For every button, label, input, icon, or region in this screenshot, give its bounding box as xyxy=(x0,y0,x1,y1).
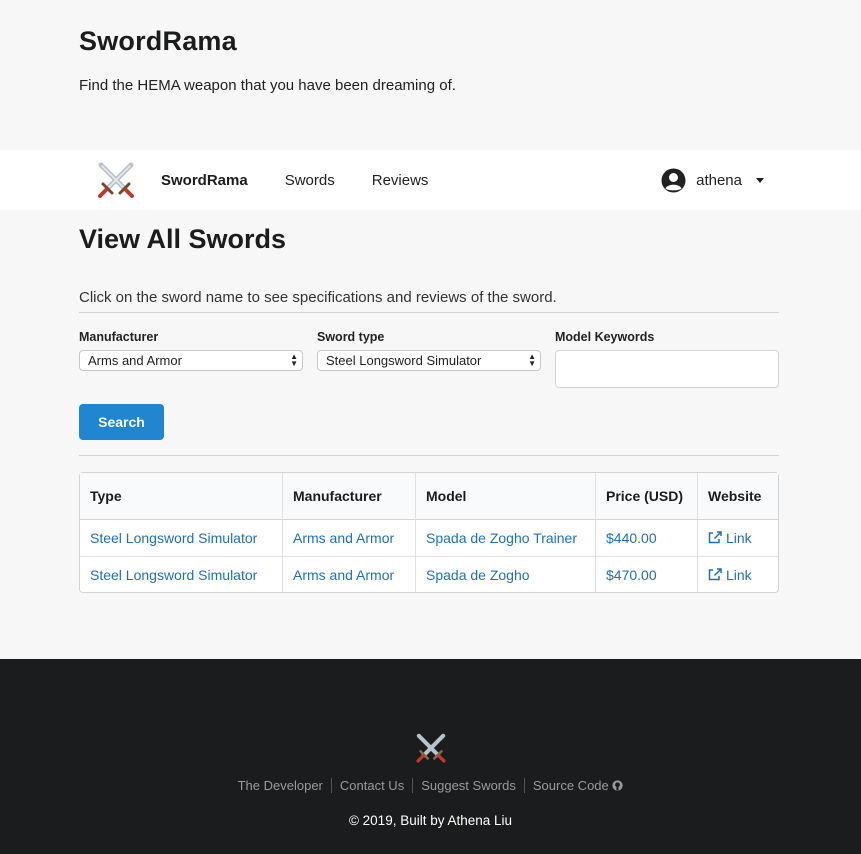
select-arrows-icon: ▲ ▼ xyxy=(528,352,536,368)
divider xyxy=(79,455,779,456)
type-link[interactable]: Steel Longsword Simulator xyxy=(90,567,257,583)
crossed-swords-icon[interactable] xyxy=(95,159,137,201)
column-header-model: Model xyxy=(415,473,595,520)
type-link[interactable]: Steel Longsword Simulator xyxy=(90,530,257,546)
page-title: View All Swords xyxy=(79,224,287,254)
price-link[interactable]: $470.00 xyxy=(606,567,657,583)
table-header-row: Type Manufacturer Model Price (USD) Webs… xyxy=(80,473,778,520)
column-header-manufacturer: Manufacturer xyxy=(282,473,415,520)
footer: The Developer Contact Us Suggest Swords … xyxy=(0,659,861,854)
sword-type-select[interactable]: Steel Longsword Simulator ▲ ▼ xyxy=(317,350,541,371)
manufacturer-link[interactable]: Arms and Armor xyxy=(293,530,394,546)
search-button[interactable]: Search xyxy=(79,404,164,440)
copyright-text: © 2019, Built by Athena Liu xyxy=(348,813,513,828)
site-title: SwordRama xyxy=(79,26,237,56)
footer-link-suggest[interactable]: Suggest Swords xyxy=(413,778,524,793)
footer-link-source-code[interactable]: Source Code xyxy=(525,778,632,793)
nav-link-swords[interactable]: Swords xyxy=(285,172,335,189)
table-row: Steel Longsword Simulator Arms and Armor… xyxy=(80,556,778,592)
source-code-label: Source Code xyxy=(532,778,609,793)
chevron-down-icon xyxy=(756,177,764,183)
sword-type-selected-value: Steel Longsword Simulator xyxy=(326,353,482,368)
user-circle-icon xyxy=(661,168,686,192)
website-link[interactable]: Link xyxy=(708,530,752,546)
external-link-icon xyxy=(708,567,722,580)
column-header-type: Type xyxy=(80,473,282,520)
swords-table: Type Manufacturer Model Price (USD) Webs… xyxy=(79,472,779,593)
nav-link-reviews[interactable]: Reviews xyxy=(372,172,429,189)
select-arrows-icon: ▲ ▼ xyxy=(290,352,298,368)
manufacturer-selected-value: Arms and Armor xyxy=(88,353,182,368)
column-header-price: Price (USD) xyxy=(595,473,697,520)
user-name: athena xyxy=(696,171,742,189)
crossed-swords-icon xyxy=(413,731,449,765)
website-link-label: Link xyxy=(726,530,752,546)
price-link[interactable]: $440.00 xyxy=(606,530,657,546)
website-link-label: Link xyxy=(726,566,752,583)
column-header-website: Website xyxy=(697,473,778,520)
manufacturer-link[interactable]: Arms and Armor xyxy=(293,567,394,583)
model-link[interactable]: Spada de Zogho xyxy=(426,567,530,583)
model-keywords-input[interactable] xyxy=(555,350,779,388)
model-keywords-label: Model Keywords xyxy=(555,330,655,344)
manufacturer-select[interactable]: Arms and Armor ▲ ▼ xyxy=(79,350,303,371)
footer-links: The Developer Contact Us Suggest Swords … xyxy=(0,778,861,793)
user-menu[interactable]: athena xyxy=(661,168,764,193)
manufacturer-label: Manufacturer xyxy=(79,330,159,344)
site-tagline: Find the HEMA weapon that you have been … xyxy=(79,77,456,94)
page-header: SwordRama Find the HEMA weapon that you … xyxy=(0,0,861,150)
model-link[interactable]: Spada de Zogho Trainer xyxy=(426,530,577,546)
filter-form: Manufacturer Arms and Armor ▲ ▼ Sword typ… xyxy=(79,330,779,388)
website-link[interactable]: Link xyxy=(708,567,752,583)
footer-link-developer[interactable]: The Developer xyxy=(230,778,331,793)
sword-type-label: Sword type xyxy=(317,330,385,344)
external-link-icon xyxy=(708,531,722,544)
instructions-text: Click on the sword name to see specifica… xyxy=(79,289,779,313)
nav-brand[interactable]: SwordRama xyxy=(161,172,248,189)
navbar: SwordRama Swords Reviews athena xyxy=(0,150,861,210)
github-icon xyxy=(612,780,624,791)
footer-link-contact[interactable]: Contact Us xyxy=(332,778,412,793)
table-row: Steel Longsword Simulator Arms and Armor… xyxy=(80,520,778,556)
main-content: View All Swords Click on the sword name … xyxy=(0,210,861,659)
